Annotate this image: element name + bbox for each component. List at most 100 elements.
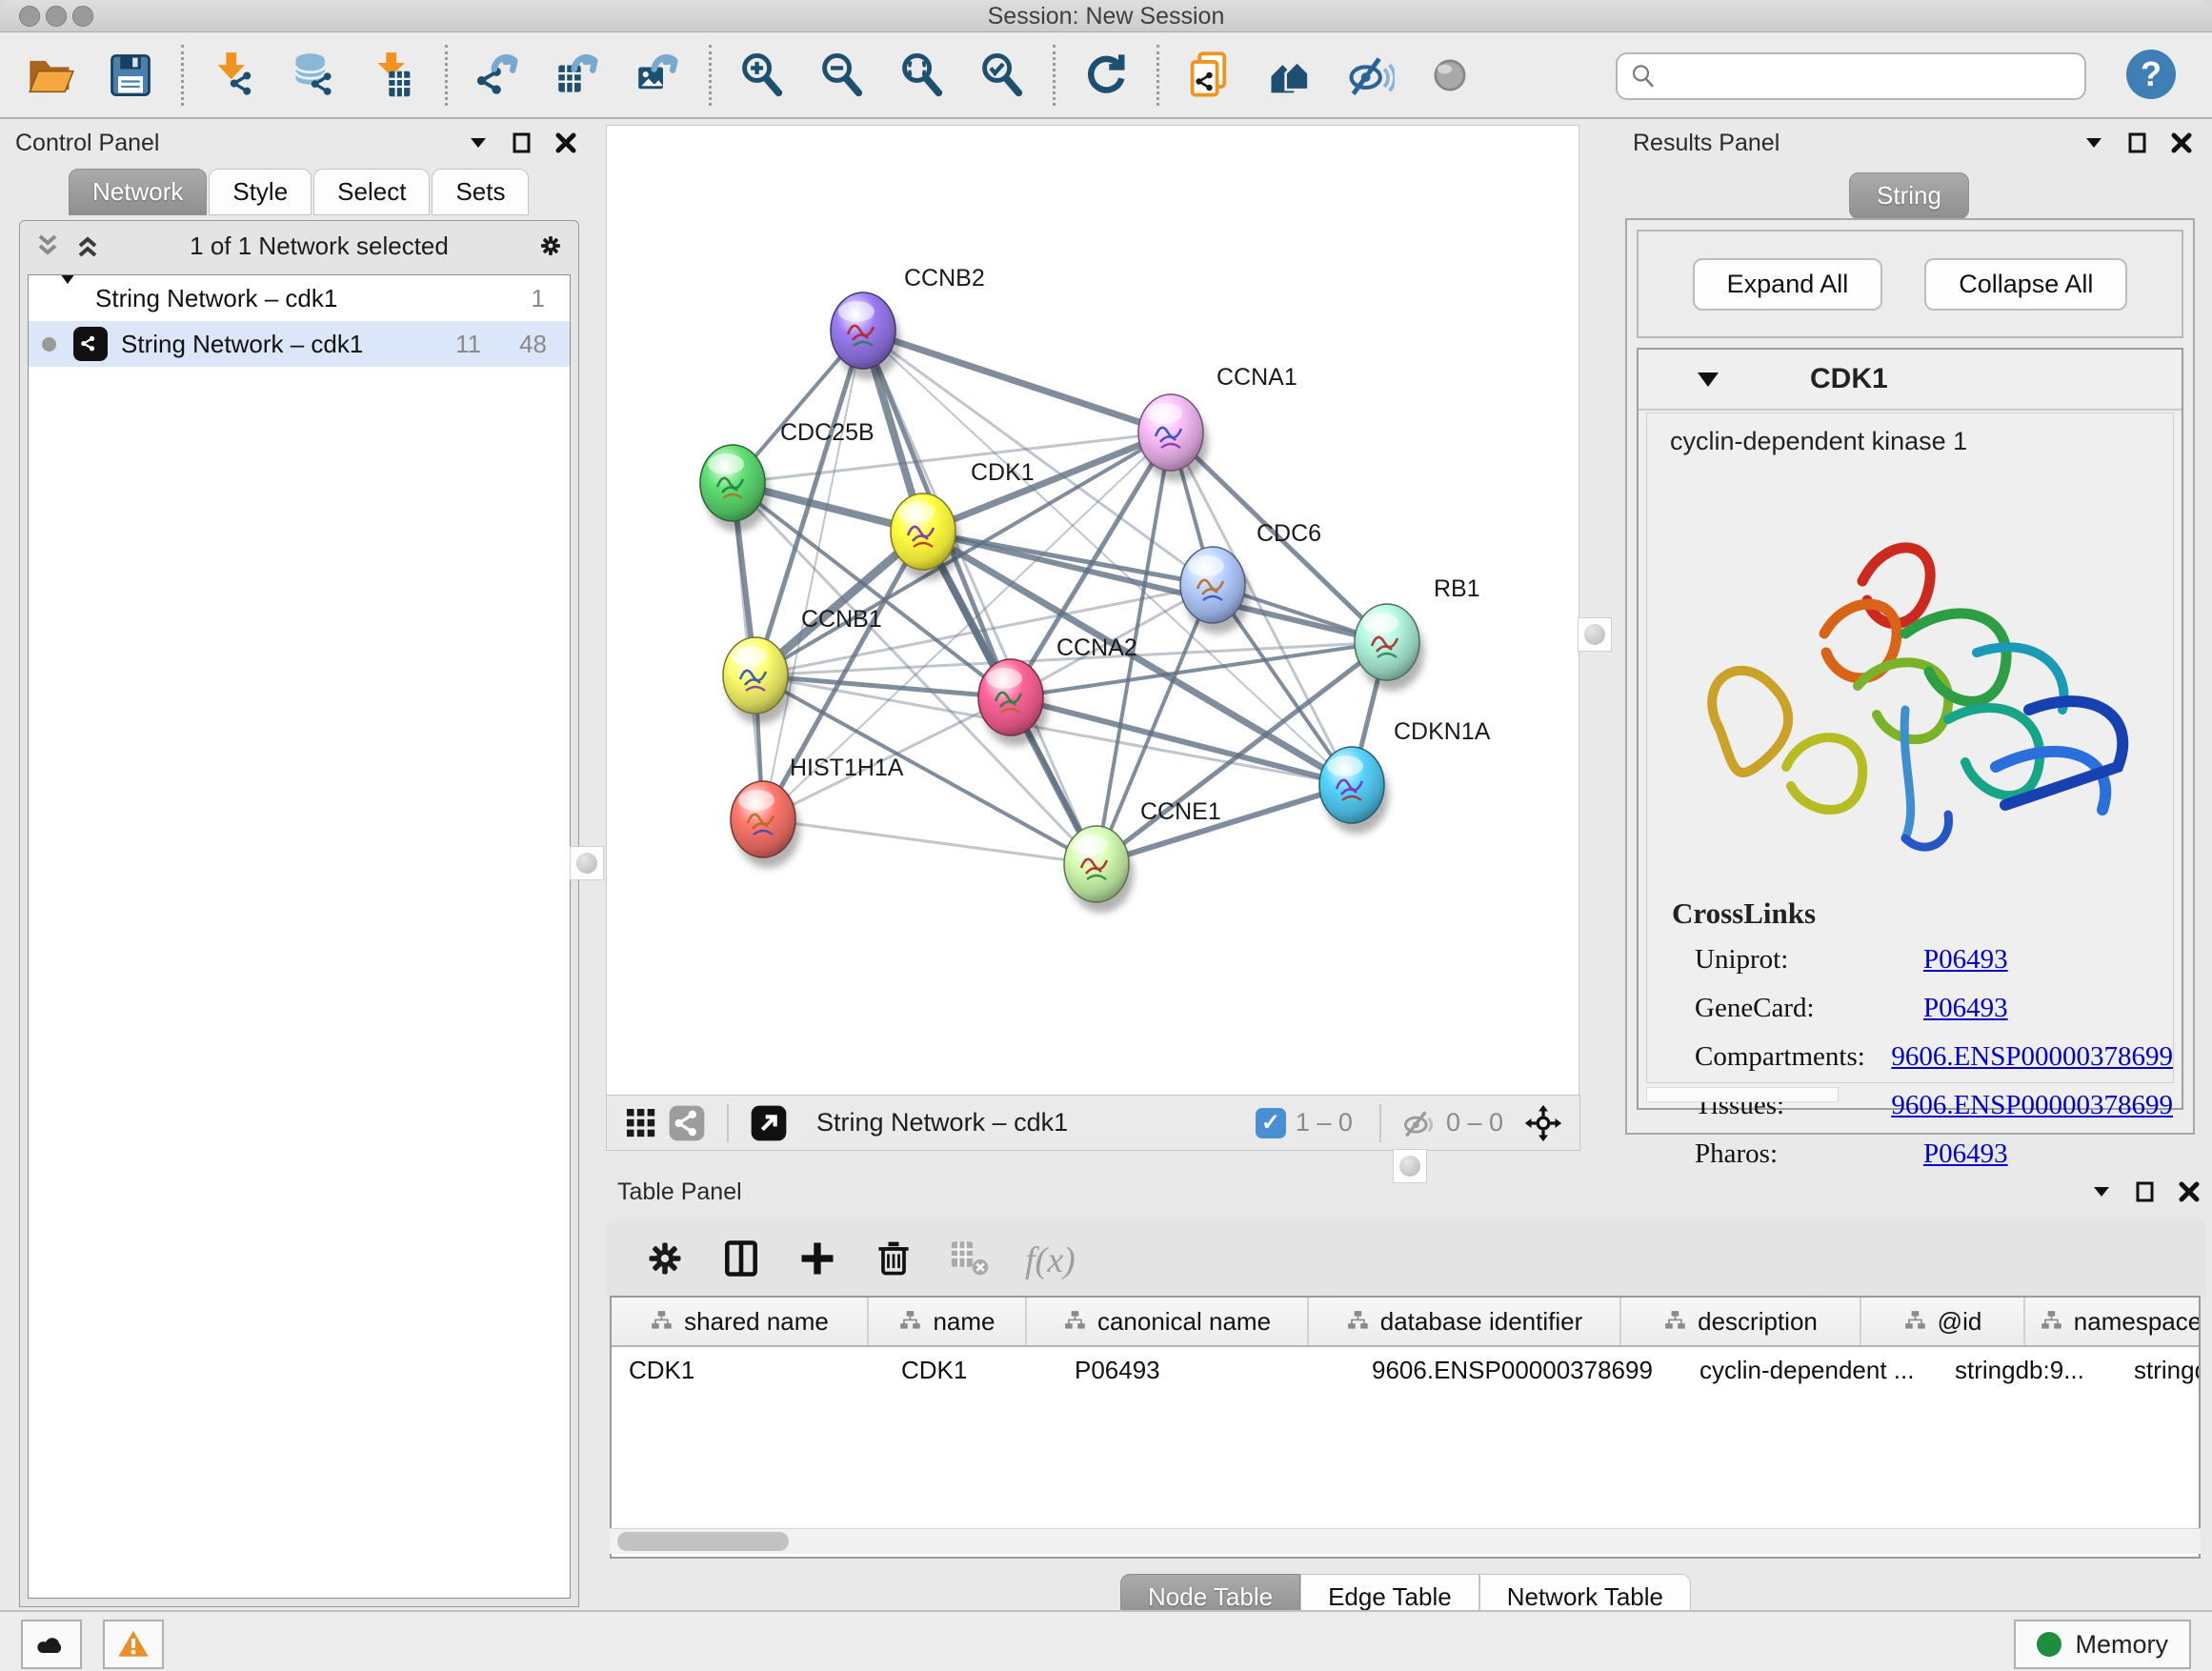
help-button[interactable]: ? bbox=[2126, 50, 2176, 99]
close-panel-icon[interactable] bbox=[2170, 131, 2193, 154]
float-panel-icon[interactable] bbox=[2134, 1180, 2157, 1203]
clone-network-button[interactable] bbox=[1182, 48, 1237, 103]
collapse-all-icon[interactable] bbox=[33, 232, 62, 260]
crosslink-link[interactable]: 9606.ENSP00000378699 bbox=[1891, 1090, 2173, 1121]
network-canvas[interactable]: CCNB2 CCNA1 CDC25B CDK1 CDC6 RB1 CCNB1 bbox=[606, 125, 1579, 1096]
zoom-selected-button[interactable] bbox=[975, 48, 1030, 103]
left-splitter-handle[interactable] bbox=[570, 846, 604, 880]
column-header-name[interactable]: name bbox=[869, 1298, 1027, 1345]
export-image-button[interactable] bbox=[631, 48, 686, 103]
export-image-icon bbox=[633, 50, 683, 100]
crosslink-link[interactable]: P06493 bbox=[1923, 944, 2008, 976]
edge-CCNB2-CCNE1[interactable] bbox=[863, 331, 1096, 864]
node-CCNB2[interactable] bbox=[831, 292, 900, 379]
tab-string[interactable]: String bbox=[1849, 172, 1969, 219]
float-panel-icon[interactable] bbox=[511, 131, 533, 154]
memory-button[interactable]: Memory bbox=[2014, 1620, 2191, 1669]
panel-menu-icon[interactable] bbox=[2090, 1180, 2113, 1203]
export-table-button[interactable] bbox=[551, 48, 606, 103]
float-panel-icon[interactable] bbox=[2126, 131, 2149, 154]
cell[interactable]: CDK1 bbox=[612, 1347, 884, 1393]
expand-all-button[interactable]: Expand All bbox=[1693, 258, 1883, 311]
right-splitter-handle[interactable] bbox=[1578, 617, 1612, 652]
tab-style[interactable]: Style bbox=[209, 169, 312, 215]
node-CDKN1A[interactable] bbox=[1319, 747, 1389, 834]
cell[interactable]: stringdb:9... bbox=[1938, 1347, 2117, 1393]
panel-menu-icon[interactable] bbox=[2082, 131, 2105, 154]
cell[interactable]: P06493 bbox=[1057, 1347, 1355, 1393]
table-horizontal-scrollbar[interactable] bbox=[610, 1528, 2201, 1554]
show-all-button[interactable] bbox=[1422, 48, 1478, 103]
show-all-icon bbox=[1425, 50, 1475, 100]
detach-view-button[interactable] bbox=[746, 1100, 792, 1146]
cell[interactable]: cyclin-dependent ... bbox=[1682, 1347, 1938, 1393]
column-header-namespace[interactable]: namespace bbox=[2025, 1298, 2201, 1345]
cell[interactable]: 9606.ENSP00000378699 bbox=[1355, 1347, 1682, 1393]
cell[interactable]: CDK1 bbox=[884, 1347, 1057, 1393]
refresh-button[interactable] bbox=[1078, 48, 1134, 103]
tab-sets[interactable]: Sets bbox=[432, 169, 529, 215]
birdseye-toggle-button[interactable] bbox=[1520, 1100, 1566, 1146]
panel-menu-icon[interactable] bbox=[467, 131, 490, 154]
collapse-all-button[interactable]: Collapse All bbox=[1924, 258, 2127, 311]
tab-network[interactable]: Network bbox=[69, 169, 207, 215]
grid-view-button[interactable] bbox=[618, 1100, 664, 1146]
trash-button[interactable] bbox=[873, 1238, 915, 1284]
edge-CCNB1-CCNA2[interactable] bbox=[755, 675, 1011, 697]
export-network-button[interactable] bbox=[471, 48, 526, 103]
search-input[interactable] bbox=[1658, 62, 2084, 91]
column-header-canonical-name[interactable]: canonical name bbox=[1027, 1298, 1309, 1345]
network-tree-row[interactable]: String Network – cdk11 bbox=[29, 275, 570, 321]
cdk1-section-header[interactable]: CDK1 bbox=[1639, 350, 2182, 411]
zoom-fit-button[interactable] bbox=[895, 48, 950, 103]
node-CDC6[interactable] bbox=[1180, 547, 1250, 634]
close-panel-icon[interactable] bbox=[554, 131, 577, 154]
edge-CCNB2-HIST1H1A[interactable] bbox=[763, 331, 863, 819]
results-scrollbar[interactable] bbox=[1646, 1087, 1839, 1102]
selected-nodes-checkbox[interactable]: ✓ bbox=[1256, 1108, 1286, 1138]
crosslink-link[interactable]: 9606.ENSP00000378699 bbox=[1891, 1041, 2173, 1073]
tab-select[interactable]: Select bbox=[313, 169, 430, 215]
node-RB1[interactable] bbox=[1355, 604, 1424, 691]
import-table-button[interactable] bbox=[367, 48, 422, 103]
crosslink-link[interactable]: P06493 bbox=[1923, 993, 2008, 1024]
collapse-section-icon[interactable] bbox=[1698, 372, 1719, 387]
network-view-button[interactable] bbox=[664, 1100, 710, 1146]
crosslink-link[interactable]: P06493 bbox=[1923, 1138, 2008, 1170]
node-CCNA2[interactable] bbox=[978, 659, 1048, 746]
edge-HIST1H1A-CCNE1[interactable] bbox=[763, 819, 1096, 864]
column-header-@id[interactable]: @id bbox=[1861, 1298, 2025, 1345]
edge-CCNB2-CCNA1[interactable] bbox=[863, 331, 1171, 433]
column-header-shared-name[interactable]: shared name bbox=[612, 1298, 869, 1345]
search-box[interactable] bbox=[1616, 52, 2086, 100]
network-options-gear-icon[interactable] bbox=[536, 232, 565, 260]
table-row[interactable]: CDK1CDK1P064939606.ENSP00000378699cyclin… bbox=[612, 1347, 2199, 1393]
add-button[interactable] bbox=[796, 1238, 838, 1284]
column-header-database-identifier[interactable]: database identifier bbox=[1309, 1298, 1621, 1345]
network-tree-row[interactable]: String Network – cdk11148 bbox=[29, 321, 570, 367]
save-session-button[interactable] bbox=[103, 48, 158, 103]
function-builder-button[interactable]: f(x) bbox=[1025, 1239, 1076, 1281]
cell[interactable]: stringdb bbox=[2117, 1347, 2201, 1393]
close-panel-icon[interactable] bbox=[2178, 1180, 2201, 1203]
node-CCNE1[interactable] bbox=[1064, 826, 1134, 913]
warnings-button[interactable] bbox=[103, 1620, 164, 1669]
hide-selected-button[interactable] bbox=[1342, 48, 1398, 103]
columns-button[interactable] bbox=[720, 1238, 762, 1284]
gear-button[interactable] bbox=[644, 1238, 686, 1284]
expand-all-icon[interactable] bbox=[73, 232, 102, 260]
first-neighbors-button[interactable] bbox=[1262, 48, 1317, 103]
scrollbar-thumb[interactable] bbox=[617, 1532, 789, 1551]
cloud-status-button[interactable] bbox=[21, 1620, 82, 1669]
import-database-button[interactable] bbox=[287, 48, 342, 103]
zoom-in-button[interactable] bbox=[734, 48, 790, 103]
edge-CDKN1A-CCNE1[interactable] bbox=[1096, 785, 1352, 864]
import-network-button[interactable] bbox=[207, 48, 262, 103]
node-CDC25B[interactable] bbox=[700, 445, 770, 532]
column-header-description[interactable]: description bbox=[1621, 1298, 1861, 1345]
zoom-out-button[interactable] bbox=[814, 48, 870, 103]
node-label-CDKN1A: CDKN1A bbox=[1394, 718, 1491, 745]
collapse-icon[interactable] bbox=[57, 284, 78, 313]
table-delete-button[interactable] bbox=[949, 1238, 991, 1284]
open-file-button[interactable] bbox=[23, 48, 78, 103]
